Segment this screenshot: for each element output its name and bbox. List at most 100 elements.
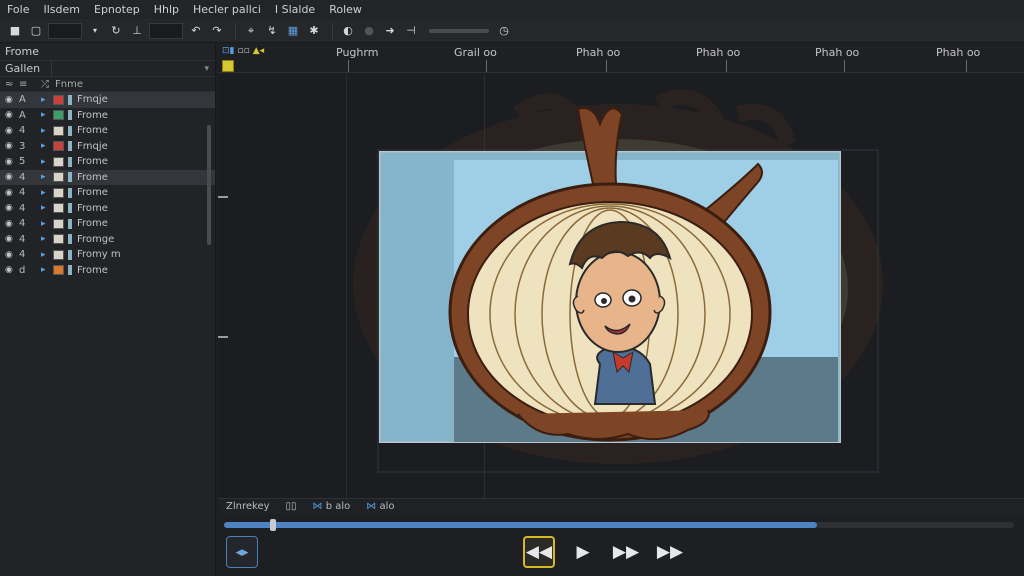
ruler-label: Phah oo	[696, 46, 741, 59]
layer-row[interactable]: ◉ 4 ▸ Fromy m	[0, 247, 215, 263]
eye-icon[interactable]: ◉	[5, 157, 19, 167]
layer-row[interactable]: ◉ A ▸ Frome	[0, 108, 215, 124]
eye-icon[interactable]: ◉	[5, 234, 19, 244]
ruler-tick	[966, 60, 967, 72]
window-icon[interactable]: ▢	[27, 22, 45, 40]
eye-icon[interactable]: ◉	[5, 126, 19, 136]
playhead-marker[interactable]	[222, 60, 234, 72]
menu-panels[interactable]: Hecler pallci	[186, 3, 268, 16]
menu-slide[interactable]: I Slalde	[268, 3, 322, 16]
tab-frames[interactable]: ▯▯	[278, 501, 305, 512]
layer-arrow-icon: ▸	[41, 141, 46, 152]
layer-filter[interactable]: Gallen ▾	[0, 60, 215, 77]
eye-icon[interactable]: ◉	[5, 265, 19, 275]
layer-name: Fromge	[77, 233, 115, 245]
layer-thumbnail	[53, 94, 64, 105]
scrubber-handle[interactable]	[270, 519, 276, 531]
eye-icon[interactable]: ◉	[5, 250, 19, 260]
tab-audio[interactable]: ⋈ b alo	[305, 501, 359, 512]
layer-row[interactable]: ◉ 4 ▸ Frome	[0, 216, 215, 232]
brush-icon[interactable]: ◐	[339, 22, 357, 40]
tab-audio-2[interactable]: ⋈ alo	[358, 501, 402, 512]
audio-2-tab-label: alo	[379, 501, 395, 512]
menu-file[interactable]: Fole	[0, 3, 37, 16]
layer-row[interactable]: ◉ 3 ▸ Fmqje	[0, 139, 215, 155]
eye-icon[interactable]: ◉	[5, 203, 19, 213]
layer-row[interactable]: ◉ 4 ▸ Frome	[0, 201, 215, 217]
color-icon[interactable]: ●	[360, 22, 378, 40]
arrow-icon[interactable]: ➜	[381, 22, 399, 40]
layer-row[interactable]: ◉ 4 ▸ Frome	[0, 123, 215, 139]
magic-tool-icon[interactable]: ✱	[305, 22, 323, 40]
filter-label: Gallen	[0, 60, 52, 77]
marker-icon[interactable]: ▲◂	[253, 46, 264, 56]
layer-thumbnail	[53, 234, 64, 245]
scrubber-track[interactable]	[224, 522, 1014, 528]
layer-row[interactable]: ◉ 5 ▸ Frome	[0, 154, 215, 170]
timeline-ruler[interactable]: ⊡▮ ▫▫ ▲◂ Pughrm Grail oo Phah oo Phah oo…	[218, 43, 1024, 73]
eye-icon[interactable]: ◉	[5, 110, 19, 120]
ruler-label: Pughrm	[336, 46, 379, 59]
redo-icon[interactable]: ↷	[208, 22, 226, 40]
layer-name: Fmqje	[77, 140, 108, 152]
clock-icon[interactable]: ◷	[495, 22, 513, 40]
ruler-label: Phah oo	[936, 46, 981, 59]
menu-review[interactable]: Rolew	[322, 3, 369, 16]
layer-number: 4	[19, 233, 26, 245]
layer-name: Frome	[77, 187, 108, 199]
frames-tab-label: ▯▯	[285, 501, 297, 512]
layer-row[interactable]: ◉ A ▸ Fmqje	[0, 92, 215, 108]
eye-icon[interactable]: ◉	[5, 188, 19, 198]
eye-icon[interactable]: ◉	[5, 172, 19, 182]
menu-view[interactable]: Epnotep	[87, 3, 147, 16]
dropdown-icon[interactable]: ▾	[86, 22, 104, 40]
frame-icon[interactable]: ▫▫	[238, 46, 250, 56]
frame-field[interactable]	[48, 22, 82, 39]
prev-next-icon: ◂▸	[235, 544, 249, 560]
grid-tool-icon[interactable]: ▦	[284, 22, 302, 40]
prev-next-button[interactable]: ◂▸	[226, 536, 258, 568]
layer-color-bar	[68, 125, 72, 136]
menu-help[interactable]: Hhlp	[147, 3, 186, 16]
layer-row[interactable]: ◉ 4 ▸ Fromge	[0, 232, 215, 248]
align-icon[interactable]: ⊥	[128, 22, 146, 40]
menu-edit[interactable]: Ilsdem	[37, 3, 88, 16]
layer-row[interactable]: ◉ 4 ▸ Frome	[0, 185, 215, 201]
layers-scrollbar[interactable]	[207, 125, 211, 245]
eye-icon[interactable]: ◉	[5, 219, 19, 229]
layer-color-bar	[68, 94, 72, 105]
layer-number: 4	[19, 202, 26, 214]
value-field[interactable]	[149, 22, 183, 39]
ruler-tick	[348, 60, 349, 72]
key-icon[interactable]: ⊡▮	[222, 46, 235, 56]
new-file-icon[interactable]: ■	[6, 22, 24, 40]
layer-thumbnail	[53, 156, 64, 167]
layer-row[interactable]: ◉ 4 ▸ Frome	[0, 169, 215, 185]
layer-name: Fmqje	[77, 94, 108, 106]
lasso-tool-icon[interactable]: ↯	[263, 22, 281, 40]
fast-forward-button[interactable]: ▶▶	[610, 536, 642, 568]
layer-color-bar	[68, 187, 72, 198]
skip-end-button[interactable]: ▶▶	[654, 536, 686, 568]
play-button[interactable]: ▶	[567, 536, 599, 568]
layer-name: Frome	[77, 109, 108, 121]
tab-keyframes[interactable]: Zlnrekey	[218, 501, 278, 512]
transform-icon[interactable]: ↻	[107, 22, 125, 40]
undo-icon[interactable]: ↶	[187, 22, 205, 40]
layer-arrow-icon: ▸	[41, 172, 46, 183]
fast-forward-icon: ▶▶	[612, 542, 640, 562]
layer-number: 4	[19, 187, 26, 199]
chevron-down-icon[interactable]: ▾	[204, 64, 209, 74]
playhead-icon[interactable]: ⊣	[402, 22, 420, 40]
stage-canvas[interactable]	[218, 74, 1024, 498]
layer-number: A	[19, 109, 26, 121]
toolbar-divider	[235, 22, 236, 39]
zoom-slider[interactable]	[429, 28, 489, 33]
select-tool-icon[interactable]: ⌖	[242, 22, 260, 40]
eye-icon[interactable]: ◉	[5, 95, 19, 105]
layer-name: Frome	[77, 156, 108, 168]
rewind-button[interactable]: ◀◀	[523, 536, 555, 568]
layer-arrow-icon: ▸	[41, 110, 46, 121]
eye-icon[interactable]: ◉	[5, 141, 19, 151]
layer-row[interactable]: ◉ d ▸ Frome	[0, 263, 215, 279]
